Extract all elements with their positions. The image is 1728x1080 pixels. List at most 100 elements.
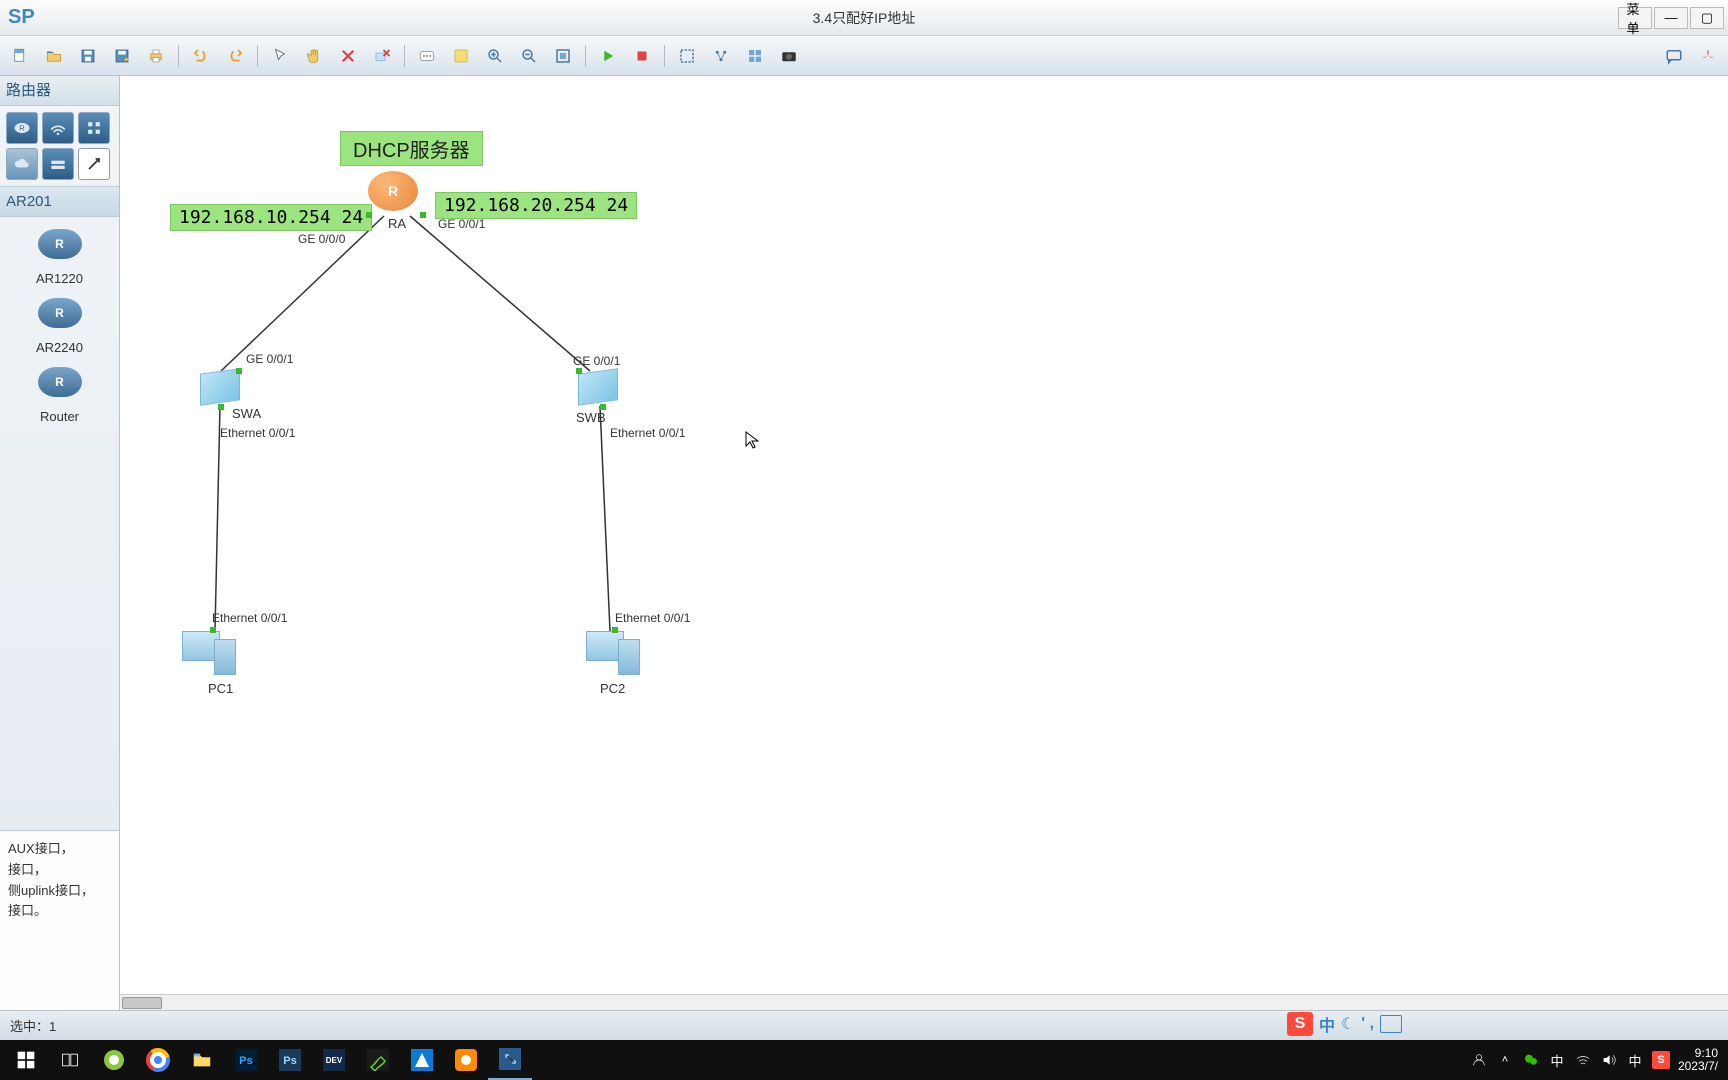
port-dot [210,627,216,633]
arrange-icon[interactable] [707,42,735,70]
ip-right-label: 192.168.20.254 24 [435,192,637,219]
ime-toolbar[interactable]: S 中 ☾ ' , [1281,1010,1408,1038]
ip-left-label: 192.168.10.254 24 [170,204,372,231]
ps-light-icon[interactable]: Ps [268,1040,312,1080]
pc1-port: Ethernet 0/0/1 [212,611,287,625]
ime-moon-icon[interactable]: ☾ [1341,1014,1355,1034]
ime-tray-icon[interactable]: 中 [1626,1051,1644,1069]
device-ar1220[interactable]: RAR1220 [0,223,119,292]
app-logo: SP [0,6,43,29]
node-pc1[interactable] [182,631,236,679]
port-dot [420,212,426,218]
hand-icon[interactable] [300,42,328,70]
new-icon[interactable] [6,42,34,70]
open-icon[interactable] [40,42,68,70]
dhcp-server-label: DHCP服务器 [340,131,483,166]
volume-tray-icon[interactable] [1600,1051,1618,1069]
device-category-grid: R [0,106,119,187]
sogou-tray-icon[interactable]: S [1652,1051,1670,1069]
chrome-icon[interactable] [136,1040,180,1080]
swa-name: SWA [232,406,261,421]
explorer-icon[interactable] [180,1040,224,1080]
port-dot [218,404,224,410]
play-icon[interactable] [594,42,622,70]
ensp-taskbar-icon[interactable] [488,1040,532,1080]
task-view-icon[interactable] [48,1040,92,1080]
ime-keyboard-icon[interactable] [1380,1015,1402,1033]
dev-icon[interactable]: DEV [312,1040,356,1080]
zoom-out-icon[interactable] [515,42,543,70]
wechat-tray-icon[interactable] [1522,1051,1540,1069]
port-dot [366,212,372,218]
router-category-icon[interactable]: R [6,112,38,144]
wireless-category-icon[interactable] [42,112,74,144]
fit-icon[interactable] [549,42,577,70]
green-app-icon[interactable] [356,1040,400,1080]
device-ar2240[interactable]: RAR2240 [0,292,119,361]
ra-name: RA [388,216,406,231]
start-button[interactable] [4,1040,48,1080]
node-swa[interactable] [200,371,240,407]
device-router[interactable]: RRouter [0,361,119,430]
menu-button[interactable]: 菜 单 [1618,7,1652,29]
svg-text:DEV: DEV [326,1056,343,1065]
cloud-category-icon[interactable] [6,148,38,180]
ime-lang[interactable]: 中 [1319,1012,1335,1036]
lang-tray-icon[interactable]: 中 [1548,1051,1566,1069]
wifi-tray-icon[interactable] [1574,1051,1592,1069]
blue-app-icon[interactable] [400,1040,444,1080]
svg-text:R: R [19,124,25,133]
swb-port-down: Ethernet 0/0/1 [610,426,685,440]
huawei-icon[interactable] [1694,42,1722,70]
device-list: RAR1220 RAR2240 RRouter [0,217,119,830]
pointer-icon[interactable] [266,42,294,70]
topology-canvas[interactable]: DHCP服务器 192.168.10.254 24 192.168.20.254… [120,76,1728,1010]
switch-category-icon[interactable] [42,148,74,180]
ra-port1: GE 0/0/1 [438,217,485,231]
delete-icon[interactable] [334,42,362,70]
ps-dark-icon[interactable]: Ps [224,1040,268,1080]
chat-icon[interactable] [1660,42,1688,70]
note-icon[interactable] [447,42,475,70]
swb-port-up: GE 0/0/1 [573,354,620,368]
orange-app-icon[interactable] [444,1040,488,1080]
capture-icon[interactable] [673,42,701,70]
stop-icon[interactable] [628,42,656,70]
node-pc2[interactable] [586,631,640,679]
tray-chevron-icon[interactable]: ˄ [1496,1051,1514,1069]
print-icon[interactable] [142,42,170,70]
clock[interactable]: 9:10 2023/7/ [1678,1047,1718,1073]
window-title: 3.4只配好IP地址 [813,8,916,28]
save-icon[interactable] [74,42,102,70]
pc1-name: PC1 [208,681,233,696]
minimize-button[interactable]: — [1654,7,1688,29]
node-ra[interactable]: R [368,171,418,211]
maximize-button[interactable]: ▢ [1690,7,1724,29]
sogou-icon[interactable]: S [1287,1012,1313,1036]
model-title: AR201 [0,187,119,217]
delete-node-icon[interactable] [368,42,396,70]
grid-category-icon[interactable] [78,112,110,144]
camera-icon[interactable] [775,42,803,70]
horizontal-scrollbar[interactable] [120,994,1728,1010]
pc2-port: Ethernet 0/0/1 [615,611,690,625]
title-bar: SP 3.4只配好IP地址 菜 单 — ▢ [0,0,1728,36]
pc2-name: PC2 [600,681,625,696]
mouse-cursor [745,431,759,449]
port-dot [612,627,618,633]
selection-status: 选中：1 [10,1016,56,1035]
status-bar: 选中：1 [0,1010,1728,1040]
undo-icon[interactable] [187,42,215,70]
people-tray-icon[interactable] [1470,1051,1488,1069]
svg-text:Ps: Ps [239,1055,252,1067]
windows-taskbar: Ps Ps DEV ˄ 中 中 S 9:10 2023/7/ [0,1040,1728,1080]
node-swb[interactable] [578,371,618,407]
save-as-icon[interactable] [108,42,136,70]
redo-icon[interactable] [221,42,249,70]
app-green-icon[interactable] [92,1040,136,1080]
grid-icon[interactable] [741,42,769,70]
link-category-icon[interactable] [78,148,110,180]
ime-punct[interactable]: ' , [1361,1015,1374,1033]
zoom-in-icon[interactable] [481,42,509,70]
text-icon[interactable] [413,42,441,70]
